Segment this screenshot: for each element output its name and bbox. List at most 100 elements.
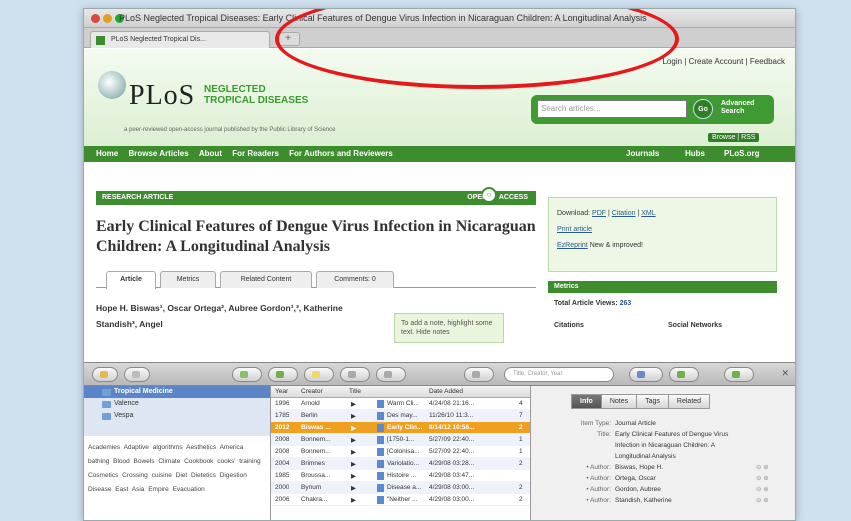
cell-creator: Broussa...	[301, 472, 331, 479]
cell-date: 4/24/08 21:16...	[429, 400, 475, 407]
add-note-hint[interactable]: To add a note, highlight some text. Hide…	[394, 313, 504, 343]
locate-button[interactable]	[629, 367, 663, 382]
ezreprint-link[interactable]: EzReprint	[557, 242, 588, 249]
minimize-window-icon[interactable]	[103, 14, 112, 23]
folder-icon	[102, 401, 111, 408]
tab-tags[interactable]: Tags	[636, 394, 669, 409]
metadata-value[interactable]: Longitudinal Analysis	[615, 451, 765, 462]
tag-selector[interactable]: Academies Adaptive algorithms Aesthetics…	[84, 436, 270, 502]
print-article-link[interactable]: Print article	[557, 226, 592, 233]
collection-item[interactable]: Vespa	[84, 410, 270, 422]
column-year[interactable]: Year	[275, 388, 288, 395]
table-row[interactable]: 2000 Bynum Disease a... 4/29/08 03:00... 2 ▶	[271, 482, 530, 494]
nav-hubs[interactable]: Hubs	[685, 149, 705, 158]
expand-arrow-icon[interactable]: ▶	[351, 412, 356, 420]
fullscreen-button[interactable]	[724, 367, 754, 382]
browser-tab[interactable]: PLoS Neglected Tropical Dis...	[90, 31, 270, 48]
browse-button[interactable]: Browse	[712, 134, 735, 141]
nav-journals[interactable]: Journals	[626, 149, 659, 158]
attach-button[interactable]	[340, 367, 370, 382]
table-row[interactable]: 1996 Arnold Warm Cli... 4/24/08 21:16... 4 ▶	[271, 398, 530, 410]
edit-button[interactable]	[376, 367, 406, 382]
table-row[interactable]: 1785 Berlin Des may... 11/26/10 11:3... 7 ▶	[271, 410, 530, 422]
author-controls-icon[interactable]: ⊖ ⊕	[756, 495, 769, 506]
metadata-value[interactable]: Gordon, Aubree	[615, 484, 765, 495]
advanced-search-link[interactable]: Advanced Search	[721, 100, 754, 116]
expand-arrow-icon[interactable]: ▶	[351, 484, 356, 492]
metadata-value[interactable]: Early Clinical Features of Dengue Virus	[615, 429, 765, 440]
collection-item[interactable]: Tropical Medicine	[84, 386, 270, 398]
table-row[interactable]: 2008 Bonnem... [Colonisa... 5/27/09 22:40..…	[271, 446, 530, 458]
rss-button[interactable]: RSS	[741, 134, 755, 141]
cell-n: 2	[519, 424, 523, 431]
nav-home[interactable]: Home	[96, 149, 118, 158]
column-date-added[interactable]: Date Added	[429, 388, 463, 395]
nav-for-authors[interactable]: For Authors and Reviewers	[289, 149, 393, 158]
new-item-button[interactable]	[232, 367, 262, 382]
pdf-link[interactable]: PDF	[592, 210, 606, 217]
add-by-identifier-button[interactable]	[268, 367, 298, 382]
tab-metrics[interactable]: Metrics	[160, 271, 216, 288]
expand-arrow-icon[interactable]: ▶	[351, 400, 356, 408]
author-controls-icon[interactable]: ⊖ ⊕	[756, 462, 769, 473]
column-creator[interactable]: Creator	[301, 388, 323, 395]
nav-plos-org[interactable]: PLoS.org	[724, 149, 760, 158]
expand-arrow-icon[interactable]: ▶	[351, 496, 356, 504]
cell-creator: Bonnem...	[301, 448, 331, 455]
expand-arrow-icon[interactable]: ▶	[351, 460, 356, 468]
table-row[interactable]: 2006 Chakra... "Neither ... 4/29/08 03:00..…	[271, 494, 530, 506]
login-link[interactable]: Login	[662, 57, 682, 66]
create-account-link[interactable]: Create Account	[689, 57, 744, 66]
nav-for-readers[interactable]: For Readers	[232, 149, 279, 158]
plos-globe-logo-icon	[98, 71, 126, 99]
zotero-search-input[interactable]: Title, Creator, Year	[504, 367, 614, 382]
metadata-value[interactable]: Biswas, Hope H.	[615, 462, 765, 473]
lookup-button[interactable]	[464, 367, 494, 382]
metadata-value[interactable]: Infection in Nicaraguan Children: A	[615, 440, 765, 451]
go-button[interactable]: Go	[693, 99, 713, 119]
author-controls-icon[interactable]: ⊖ ⊕	[756, 473, 769, 484]
tab-article[interactable]: Article	[106, 271, 156, 289]
tab-info[interactable]: Info	[571, 394, 602, 409]
table-row[interactable]: 2008 Bonnem... [1750-1... 5/27/09 22:40... 1…	[271, 434, 530, 446]
table-row[interactable]: 2004 Brimnes Variolatio... 4/29/08 03:28...…	[271, 458, 530, 470]
expand-arrow-icon[interactable]: ▶	[351, 472, 356, 480]
plos-logo[interactable]: PLoS	[129, 80, 195, 112]
xml-link[interactable]: XML	[641, 210, 655, 217]
tab-notes[interactable]: Notes	[600, 394, 638, 409]
close-icon[interactable]: ✕	[781, 368, 789, 379]
table-row[interactable]: 1985 Broussa... Histoire ... 4/29/08 03:47.…	[271, 470, 530, 482]
nav-browse-articles[interactable]: Browse Articles	[128, 149, 188, 158]
citation-link[interactable]: Citation	[612, 210, 636, 217]
paperclip-icon	[348, 371, 356, 378]
cell-n: 7	[519, 412, 523, 419]
cell-creator: Bynum	[301, 484, 322, 491]
author-controls-icon[interactable]: ⊖ ⊕	[756, 484, 769, 495]
tab-comments[interactable]: Comments: 0	[316, 271, 394, 288]
search-input[interactable]: Search articles...	[537, 100, 687, 118]
metadata-value[interactable]: Journal Article	[615, 418, 765, 429]
close-window-icon[interactable]	[91, 14, 100, 23]
new-collection-button[interactable]	[92, 367, 118, 382]
cell-year: 1996	[275, 400, 290, 407]
column-title[interactable]: Title	[349, 388, 361, 395]
total-views-count[interactable]: 263	[620, 300, 632, 307]
item-type-icon	[377, 424, 384, 432]
cell-date: 4/29/08 03:00...	[429, 496, 475, 503]
nav-about[interactable]: About	[199, 149, 222, 158]
expand-arrow-icon[interactable]: ▶	[351, 436, 356, 444]
sync-button[interactable]	[669, 367, 699, 382]
expand-arrow-icon[interactable]: ▶	[351, 424, 356, 432]
collection-item[interactable]: Valence	[84, 398, 270, 410]
metadata-value[interactable]: Standish, Katherine	[615, 495, 765, 506]
metadata-value[interactable]: Ortega, Oscar	[615, 473, 765, 484]
new-note-button[interactable]	[304, 367, 334, 382]
tab-related[interactable]: Related	[667, 394, 711, 409]
feedback-link[interactable]: Feedback	[750, 57, 785, 66]
expand-arrow-icon[interactable]: ▶	[351, 448, 356, 456]
tab-related-content[interactable]: Related Content	[220, 271, 312, 288]
metadata-row: • Author: Ortega, Oscar ⊖ ⊕	[531, 473, 791, 484]
table-row[interactable]: 2012 Biswas ... Early Clin... 8/14/12 10:56…	[271, 422, 530, 434]
cell-date: 4/29/08 03:28...	[429, 460, 475, 467]
actions-button[interactable]	[124, 367, 150, 382]
